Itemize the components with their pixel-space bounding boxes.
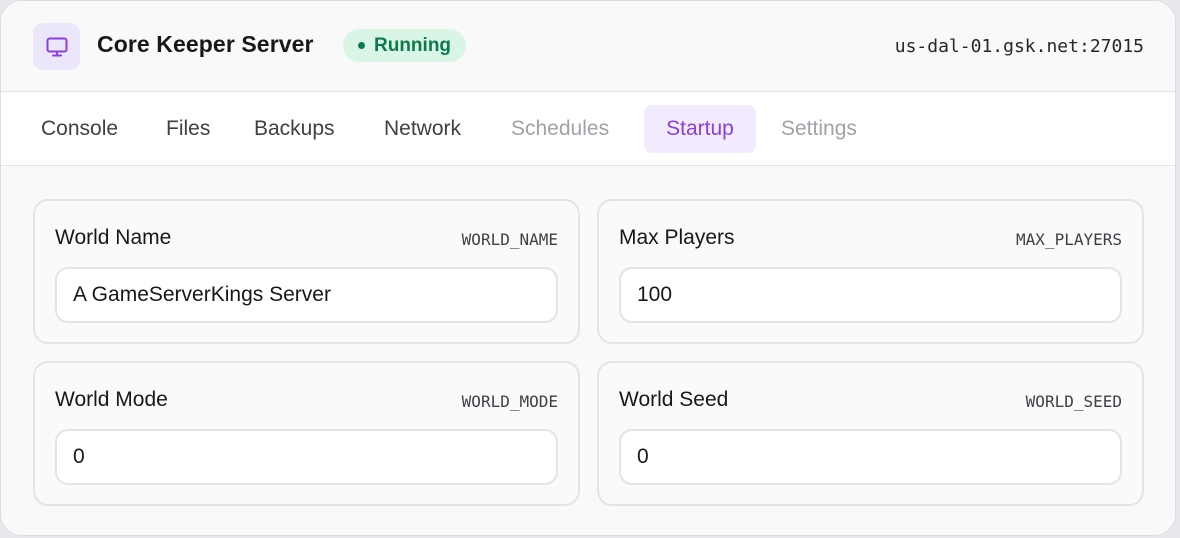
variable-key: WORLD_NAME xyxy=(461,230,558,249)
variable-key: MAX_PLAYERS xyxy=(1016,230,1122,249)
status-text: Running xyxy=(374,34,452,56)
variable-key: WORLD_MODE xyxy=(461,392,558,411)
variable-card-max-players: Max Players MAX_PLAYERS xyxy=(597,199,1144,344)
tab-schedules[interactable]: Schedules xyxy=(495,105,625,153)
tab-bar: Console Files Backups Network Schedules … xyxy=(1,92,1175,166)
monitor-icon xyxy=(33,23,80,70)
tab-console[interactable]: Console xyxy=(25,105,134,153)
world-mode-input[interactable] xyxy=(55,429,558,485)
server-panel: Core Keeper Server Running us-dal-01.gsk… xyxy=(0,0,1176,536)
tab-network[interactable]: Network xyxy=(368,105,477,153)
tab-settings[interactable]: Settings xyxy=(765,105,873,153)
variable-label: World Mode xyxy=(55,388,168,411)
variable-label: World Name xyxy=(55,226,172,249)
variable-card-world-name: World Name WORLD_NAME xyxy=(33,199,580,344)
server-address: us-dal-01.gsk.net:27015 xyxy=(894,36,1144,57)
tab-startup[interactable]: Startup xyxy=(644,105,756,153)
world-name-input[interactable] xyxy=(55,267,558,323)
status-dot-icon xyxy=(358,42,365,49)
max-players-input[interactable] xyxy=(619,267,1122,323)
world-seed-input[interactable] xyxy=(619,429,1122,485)
startup-variables: World Name WORLD_NAME Max Players MAX_PL… xyxy=(1,166,1175,535)
server-header: Core Keeper Server Running us-dal-01.gsk… xyxy=(1,1,1175,92)
variable-card-world-seed: World Seed WORLD_SEED xyxy=(597,361,1144,506)
variable-key: WORLD_SEED xyxy=(1025,392,1122,411)
tab-backups[interactable]: Backups xyxy=(238,105,351,153)
server-title: Core Keeper Server xyxy=(97,31,314,57)
status-badge: Running xyxy=(343,29,467,62)
variable-label: Max Players xyxy=(619,226,735,249)
tab-files[interactable]: Files xyxy=(150,105,226,153)
variable-label: World Seed xyxy=(619,388,729,411)
variable-card-world-mode: World Mode WORLD_MODE xyxy=(33,361,580,506)
